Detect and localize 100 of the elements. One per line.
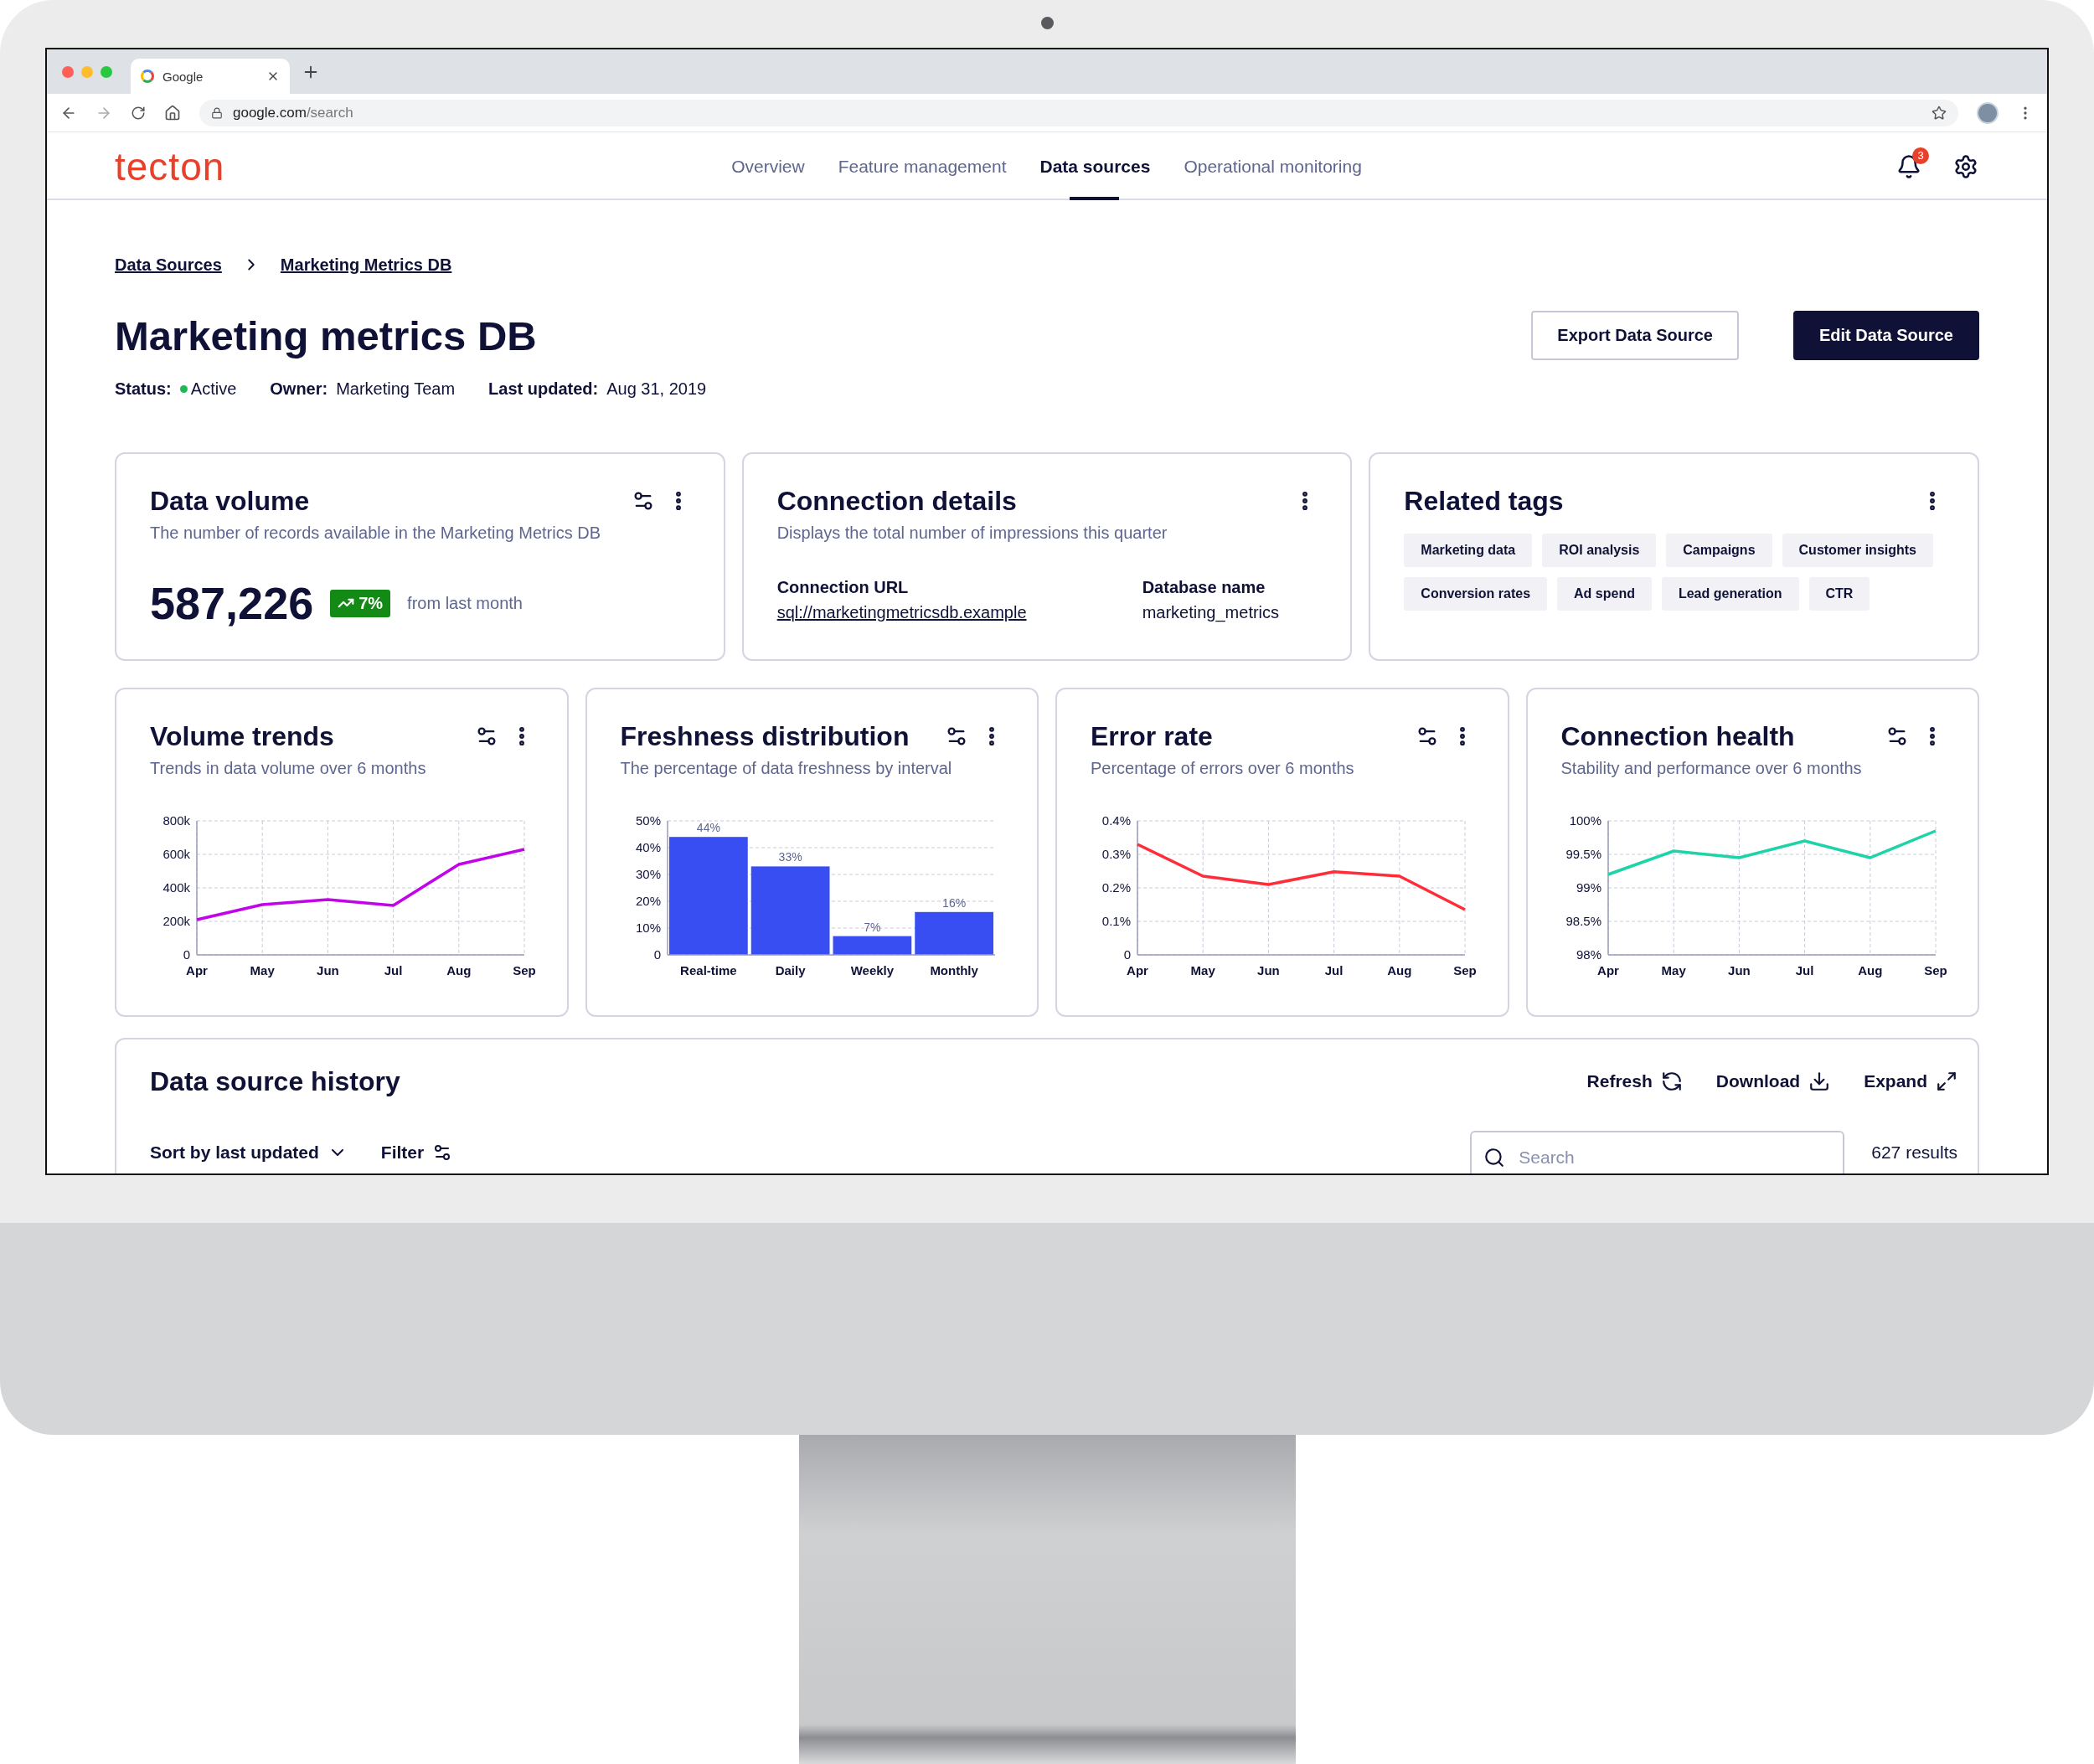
tick-label: Sep [1453, 963, 1477, 977]
meta-label: Status: [115, 379, 172, 399]
tick-label: May [1190, 963, 1215, 977]
tick-label: 0 [1123, 947, 1131, 962]
site-icon [141, 70, 154, 83]
tick-label: Sep [513, 963, 536, 977]
tick-label: 10% [635, 921, 661, 935]
nav-tab[interactable]: Feature management [838, 132, 1007, 200]
card-title: Volume trends [150, 720, 334, 752]
url-domain: google.com [233, 104, 307, 121]
result-count: 627 results [1871, 1142, 1957, 1163]
card-subtitle: Trends in data volume over 6 months [150, 758, 427, 779]
nav-tab[interactable]: Operational monitoring [1184, 132, 1362, 200]
tick-label: 0.3% [1101, 847, 1131, 861]
tick-label: Monthly [929, 963, 978, 977]
tick-label: 200k [162, 914, 190, 928]
card-title: Data source history [150, 1065, 400, 1097]
card-subtitle: Displays the total number of impressions this quarter [776, 523, 1168, 544]
breadcrumb-link[interactable]: Marketing Metrics DB [280, 255, 452, 275]
tag[interactable]: Ad spend [1557, 577, 1652, 611]
meta-label: Owner: [270, 379, 328, 399]
avatar[interactable] [1977, 101, 1999, 124]
tick-label: 98% [1576, 947, 1601, 962]
reload-icon[interactable] [131, 105, 146, 121]
tick-label: Sep [1923, 963, 1947, 977]
data-label: 16% [941, 895, 966, 910]
tick-label: Apr [1596, 963, 1619, 977]
field-value: marketing_metrics [1142, 602, 1281, 624]
tick-label: Aug [446, 963, 472, 977]
settings-icon[interactable] [1953, 153, 1978, 179]
edit-button[interactable]: Edit Data Source [1792, 311, 1979, 360]
download-button[interactable]: Download [1715, 1070, 1831, 1092]
page-title: Marketing metrics DB [115, 312, 537, 359]
tab-title: Google [162, 69, 204, 84]
tag[interactable]: Conversion rates [1404, 577, 1548, 611]
notification-bell-icon[interactable] [1896, 153, 1921, 179]
expand-icon [1936, 1070, 1957, 1092]
tick-label: May [1661, 963, 1686, 977]
tag[interactable]: Customer insights [1782, 534, 1933, 567]
tag[interactable]: Lead generation [1661, 577, 1799, 611]
tick-label: Jul [1795, 963, 1813, 977]
address-bar[interactable]: google.com/search [199, 99, 1958, 126]
data-label: 44% [696, 821, 720, 835]
tick-label: 99.5% [1565, 847, 1601, 861]
tick-label: May [250, 963, 275, 977]
tick-label: Apr [1127, 963, 1148, 977]
tick-label: Jul [1324, 963, 1344, 977]
tag[interactable]: ROI analysis [1542, 534, 1657, 567]
tag[interactable]: Marketing data [1404, 534, 1533, 567]
field-label: Database name [1142, 577, 1266, 598]
nav-tab[interactable]: Data sources [1039, 132, 1151, 200]
card-title: Connection details [776, 485, 1017, 517]
nav-tab[interactable]: Overview [731, 132, 805, 200]
search-icon [1483, 1147, 1506, 1168]
search-field[interactable]: Search [1470, 1131, 1845, 1173]
tick-label: 0.4% [1101, 813, 1131, 828]
field-label: Connection URL [776, 577, 910, 598]
tick-label: 800k [162, 813, 190, 828]
card-subtitle: The percentage of data freshness by interval [620, 758, 953, 779]
breadcrumb-link[interactable]: Data Sources [115, 255, 222, 275]
tick-label: 400k [162, 880, 190, 895]
bookmark-star-icon[interactable] [1932, 105, 1947, 121]
connection-link[interactable]: sql://marketingmetricsdb.example [776, 600, 1142, 625]
tick-label: Aug [1387, 963, 1412, 977]
card-title: Error rate [1091, 720, 1213, 752]
tag[interactable]: CTR [1808, 577, 1870, 611]
tick-label: Apr [186, 963, 208, 977]
tick-label: 40% [635, 840, 661, 854]
tick-label: 0.2% [1101, 880, 1131, 895]
sort-dropdown[interactable]: Sort by last updated [150, 1142, 348, 1163]
tick-label: 0 [183, 947, 190, 962]
tick-label: 100% [1569, 813, 1601, 828]
tick-label: 30% [635, 867, 661, 881]
filter-button[interactable]: Filter [380, 1142, 453, 1163]
meta-label: Last updated: [488, 379, 599, 399]
tick-label: Jul [384, 963, 403, 977]
tick-label: 98.5% [1565, 914, 1601, 928]
tick-label: 600k [162, 847, 190, 861]
card-subtitle: Percentage of errors over 6 months [1091, 758, 1355, 779]
data-label: 7% [863, 920, 880, 934]
tag[interactable]: Campaigns [1666, 534, 1772, 567]
tick-label: Aug [1857, 963, 1882, 977]
tick-label: Daily [775, 963, 806, 977]
meta-value: Aug 31, 2019 [606, 379, 707, 399]
tick-label: Jun [1257, 963, 1280, 977]
export-button[interactable]: Export Data Source [1531, 311, 1739, 360]
expand-button[interactable]: Expand [1864, 1070, 1957, 1092]
tick-label: Jun [1727, 963, 1751, 977]
tick-label: 0.1% [1101, 914, 1131, 928]
tick-label: 20% [635, 894, 661, 908]
refresh-button[interactable]: Refresh [1586, 1070, 1683, 1092]
tick-label: Real-time [679, 963, 737, 977]
card-title: Related tags [1404, 485, 1564, 517]
camera-dot [1040, 17, 1054, 29]
card-title: Connection health [1560, 720, 1795, 752]
tick-label: 99% [1576, 880, 1601, 895]
browser-tab[interactable]: Google [131, 59, 290, 94]
tick-label: Weekly [850, 963, 894, 977]
record-count: 587,226 [150, 577, 314, 629]
home-icon[interactable] [164, 104, 181, 121]
